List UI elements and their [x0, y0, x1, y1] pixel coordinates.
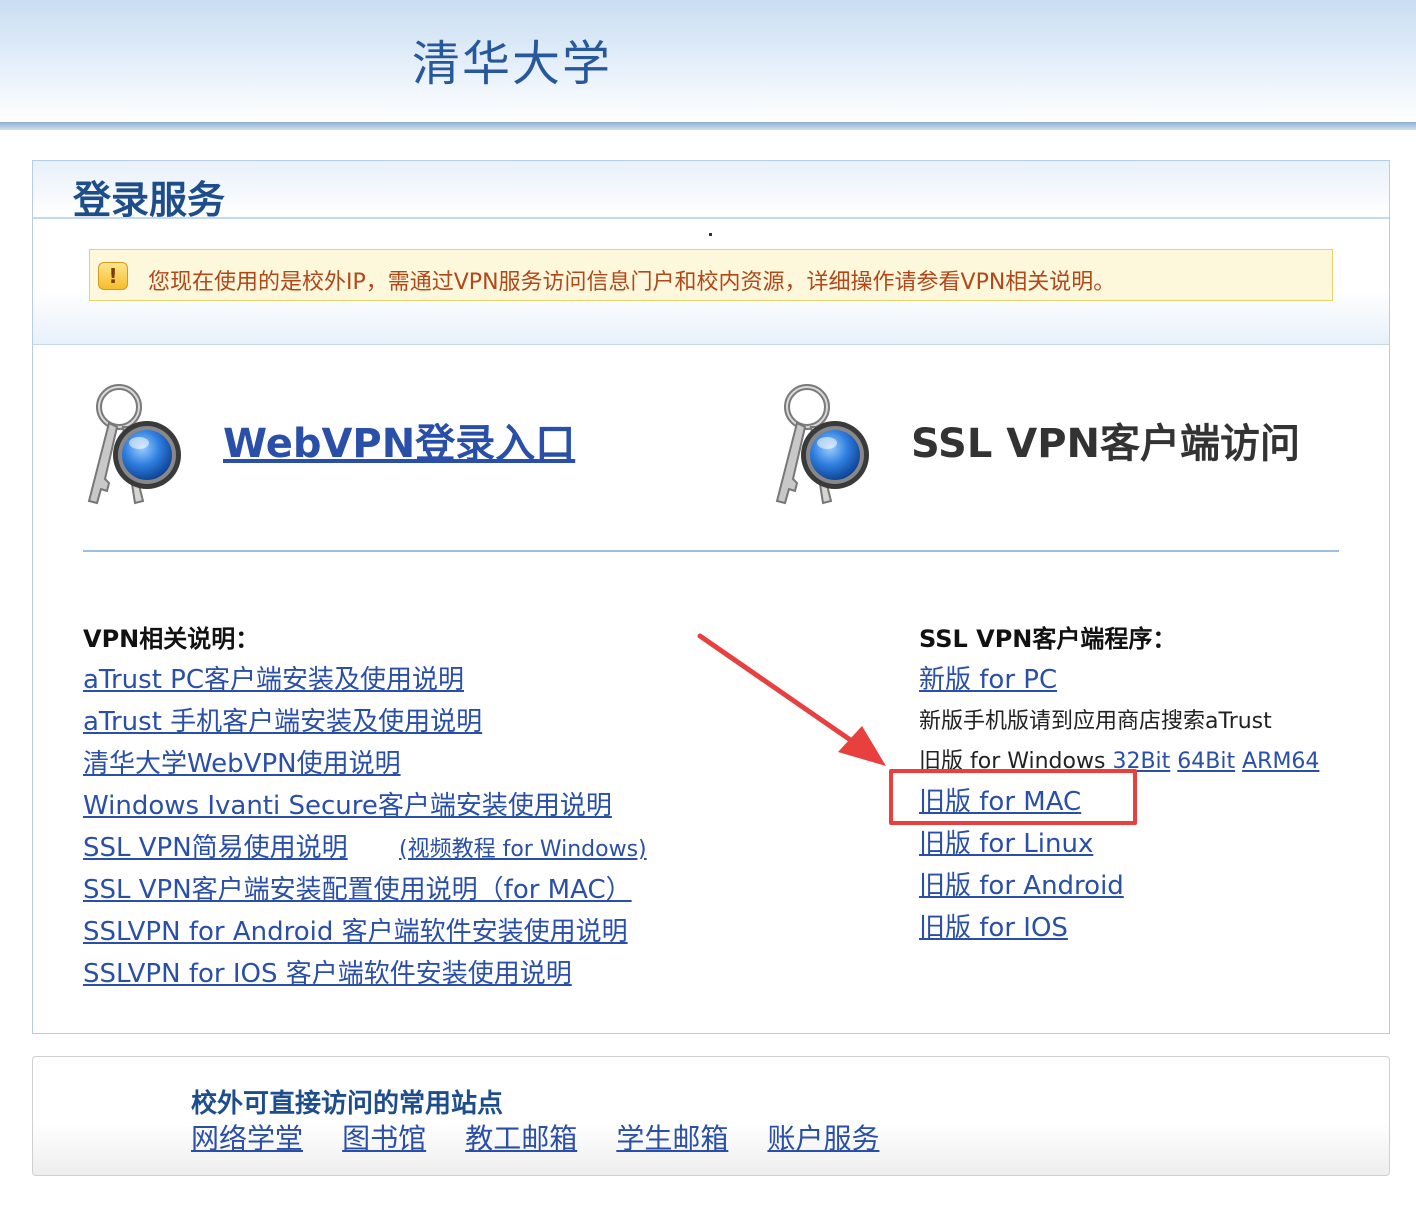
keys-icon: [775, 384, 869, 505]
login-panel-header: 登录服务 ! 您现在使用的是校外IP，需通过VPN服务访问信息门户和校内资源，详…: [33, 161, 1389, 345]
site-link-staff-mail[interactable]: 教工邮箱: [465, 1122, 577, 1155]
title-rule: [33, 217, 1389, 219]
annotation-highlight-box: [889, 769, 1137, 825]
offcampus-title: 校外可直接访问的常用站点: [191, 1089, 504, 1119]
site-header: 清华大学: [0, 0, 1416, 124]
notice-text: 您现在使用的是校外IP，需通过VPN服务访问信息门户和校内资源，详细操作请参看V…: [148, 270, 1116, 295]
client-link-old-android[interactable]: 旧版 for Android: [919, 865, 1124, 902]
client-link-old-linux[interactable]: 旧版 for Linux: [919, 823, 1093, 860]
site-link-library[interactable]: 图书馆: [342, 1122, 426, 1155]
university-logo: 清华大学: [412, 36, 613, 92]
stray-dot: [709, 233, 712, 236]
doc-link-webvpn[interactable]: 清华大学WebVPN使用说明: [83, 743, 401, 780]
client-link-win-arm64[interactable]: ARM64: [1242, 749, 1319, 774]
doc-link-ssl-mac[interactable]: SSL VPN客户端安装配置使用说明（for MAC）: [83, 869, 632, 906]
doc-link-atrust-mobile[interactable]: aTrust 手机客户端安装及使用说明: [83, 701, 482, 738]
mobile-note: 新版手机版请到应用商店搜索aTrust: [919, 709, 1272, 734]
doc-link-atrust-pc[interactable]: aTrust PC客户端安装及使用说明: [83, 659, 464, 696]
section-divider: [83, 550, 1339, 552]
site-link-account[interactable]: 账户服务: [767, 1122, 879, 1155]
webvpn-login-link[interactable]: WebVPN登录入口: [223, 411, 575, 469]
ssl-vpn-title: SSL VPN客户端访问: [911, 421, 1300, 467]
offcampus-panel: 校外可直接访问的常用站点 网络学堂 图书馆 教工邮箱 学生邮箱 账户服务: [32, 1056, 1390, 1176]
docs-heading: VPN相关说明：: [83, 625, 260, 653]
doc-link-ssl-android[interactable]: SSLVPN for Android 客户端软件安装使用说明: [83, 911, 628, 948]
client-link-win-64bit[interactable]: 64Bit: [1177, 749, 1235, 774]
clients-heading: SSL VPN客户端程序：: [919, 625, 1177, 653]
doc-link-ivanti[interactable]: Windows Ivanti Secure客户端安装使用说明: [83, 785, 612, 822]
client-link-old-ios[interactable]: 旧版 for IOS: [919, 907, 1068, 944]
doc-link-ssl-ios[interactable]: SSLVPN for IOS 客户端软件安装使用说明: [83, 953, 572, 990]
login-panel: 登录服务 ! 您现在使用的是校外IP，需通过VPN服务访问信息门户和校内资源，详…: [32, 160, 1390, 1034]
header-divider: [0, 122, 1416, 130]
client-link-new-pc[interactable]: 新版 for PC: [919, 659, 1057, 696]
page-title: 登录服务: [73, 178, 226, 222]
site-link-learn[interactable]: 网络学堂: [191, 1122, 303, 1155]
offcampus-links: 网络学堂 图书馆 教工邮箱 学生邮箱 账户服务: [191, 1117, 913, 1157]
keys-icon: [87, 384, 181, 505]
notice-box: ! 您现在使用的是校外IP，需通过VPN服务访问信息门户和校内资源，详细操作请参…: [89, 249, 1333, 301]
doc-link-video-windows[interactable]: (视频教程 for Windows): [399, 831, 647, 863]
doc-link-ssl-simple[interactable]: SSL VPN简易使用说明: [83, 827, 348, 864]
site-link-student-mail[interactable]: 学生邮箱: [616, 1122, 728, 1155]
warning-icon: !: [98, 262, 128, 290]
